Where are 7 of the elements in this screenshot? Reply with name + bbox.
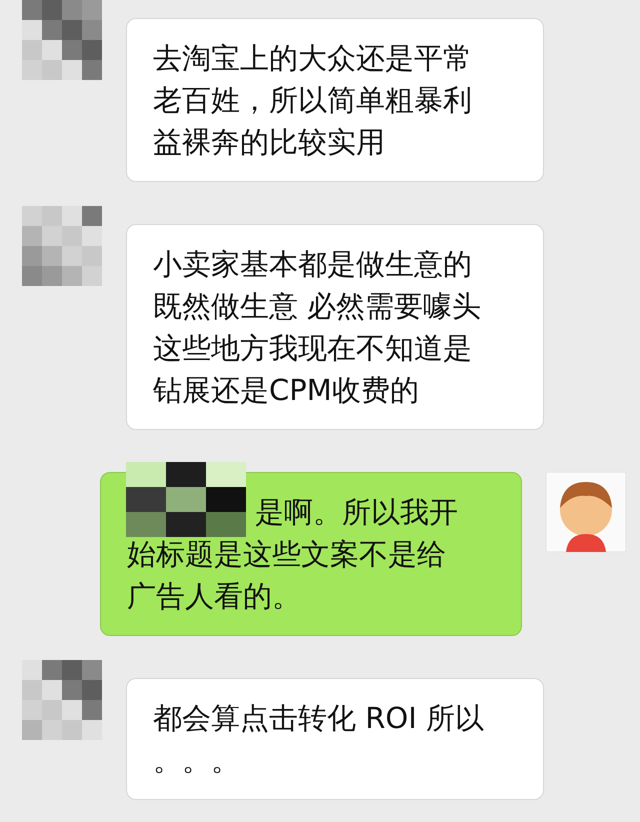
message-bubble: 都会算点击转化 ROI 所以 。。。 — [126, 678, 544, 800]
message-bubble: 去淘宝上的大众还是平常 老百姓，所以简单粗暴利 益裸奔的比较实用 — [126, 18, 544, 182]
pixelated-avatar[interactable] — [22, 0, 102, 80]
pixelated-avatar[interactable] — [22, 206, 102, 286]
pixelated-avatar[interactable] — [22, 660, 102, 740]
avatar[interactable] — [546, 472, 626, 552]
message-bubble: 小卖家基本都是做生意的 既然做生意 必然需要噱头 这些地方我现在不知道是 钻展还是CPM收费的 — [126, 224, 544, 430]
